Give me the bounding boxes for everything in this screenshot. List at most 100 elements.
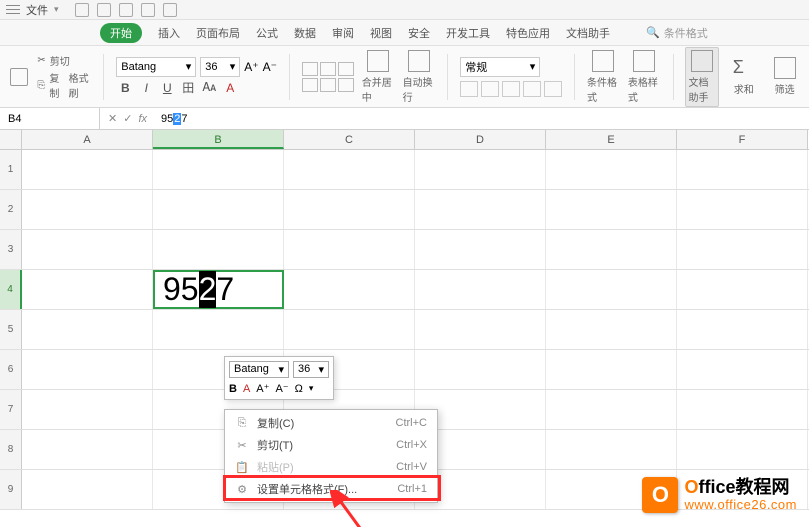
border-button[interactable]: 田: [179, 79, 197, 97]
cell-F7[interactable]: [677, 390, 808, 429]
conditional-format-button[interactable]: 条件格式: [587, 50, 620, 104]
qat-undo-icon[interactable]: [97, 3, 111, 17]
tab-home[interactable]: 开始: [100, 23, 142, 43]
ctx-item-3[interactable]: ⚙设置单元格格式(F)...Ctrl+1: [225, 478, 437, 500]
cell-E6[interactable]: [546, 350, 677, 389]
mini-font-name[interactable]: Batang▾: [229, 361, 289, 378]
paste-button[interactable]: [8, 52, 29, 102]
cell-E8[interactable]: [546, 430, 677, 469]
row-header-7[interactable]: 7: [0, 390, 22, 429]
cell-D3[interactable]: [415, 230, 546, 269]
mini-font-color[interactable]: A: [243, 383, 250, 395]
cut-button[interactable]: 剪切: [50, 53, 70, 68]
filter-button[interactable]: 筛选: [768, 57, 801, 96]
tab-security[interactable]: 安全: [408, 23, 430, 43]
cell-F3[interactable]: [677, 230, 808, 269]
cell-D2[interactable]: [415, 190, 546, 229]
fx-icon[interactable]: fx: [138, 113, 147, 125]
cell-F2[interactable]: [677, 190, 808, 229]
cell-B3[interactable]: [153, 230, 284, 269]
cell-F6[interactable]: [677, 350, 808, 389]
percent-icon[interactable]: [481, 81, 499, 97]
cell-A5[interactable]: [22, 310, 153, 349]
align-bottom-center[interactable]: [320, 78, 336, 92]
cell-F4[interactable]: [677, 270, 808, 309]
cell-C1[interactable]: [284, 150, 415, 189]
tab-special[interactable]: 特色应用: [506, 23, 550, 43]
formula-input[interactable]: 9527: [155, 113, 194, 125]
mini-font-size[interactable]: 36▾: [293, 361, 329, 378]
cell-D6[interactable]: [415, 350, 546, 389]
tab-review[interactable]: 审阅: [332, 23, 354, 43]
align-bottom-right[interactable]: [338, 78, 354, 92]
mini-increase-font[interactable]: A⁺: [256, 382, 269, 395]
font-size-combo[interactable]: 36▾: [200, 57, 240, 77]
app-menu-icon[interactable]: [6, 4, 20, 16]
underline-button[interactable]: U: [158, 79, 176, 97]
col-D[interactable]: D: [415, 130, 546, 149]
font-color-button[interactable]: A: [221, 79, 239, 97]
cell-F1[interactable]: [677, 150, 808, 189]
mini-bold[interactable]: B: [229, 383, 237, 395]
mini-decrease-font[interactable]: A⁻: [275, 382, 288, 395]
tab-page-layout[interactable]: 页面布局: [196, 23, 240, 43]
col-C[interactable]: C: [284, 130, 415, 149]
cell-E1[interactable]: [546, 150, 677, 189]
sum-button[interactable]: Σ求和: [727, 57, 760, 96]
align-top-right[interactable]: [338, 62, 354, 76]
ctx-item-0[interactable]: ⎘复制(C)Ctrl+C: [225, 412, 437, 434]
cell-C2[interactable]: [284, 190, 415, 229]
merge-center-button[interactable]: 合并居中: [362, 50, 395, 104]
cell-E2[interactable]: [546, 190, 677, 229]
inc-decimal-icon[interactable]: [523, 81, 541, 97]
cell-D4[interactable]: [415, 270, 546, 309]
align-top-left[interactable]: [302, 62, 318, 76]
qat-redo-icon[interactable]: [119, 3, 133, 17]
col-E[interactable]: E: [546, 130, 677, 149]
qat-print-icon[interactable]: [141, 3, 155, 17]
cell-A2[interactable]: [22, 190, 153, 229]
name-box[interactable]: B4: [0, 108, 100, 129]
cell-B5[interactable]: [153, 310, 284, 349]
row-header-8[interactable]: 8: [0, 430, 22, 469]
cell-A7[interactable]: [22, 390, 153, 429]
align-bottom-left[interactable]: [302, 78, 318, 92]
tab-view[interactable]: 视图: [370, 23, 392, 43]
cell-C3[interactable]: [284, 230, 415, 269]
tab-insert[interactable]: 插入: [158, 23, 180, 43]
increase-font-icon[interactable]: A⁺: [244, 60, 258, 74]
cell-E3[interactable]: [546, 230, 677, 269]
number-format-combo[interactable]: 常规▾: [460, 57, 540, 77]
tab-formula[interactable]: 公式: [256, 23, 278, 43]
copy-button[interactable]: 复制: [49, 70, 64, 100]
confirm-icon[interactable]: ✓: [123, 112, 132, 125]
qat-save-icon[interactable]: [75, 3, 89, 17]
cell-F8[interactable]: [677, 430, 808, 469]
wrap-text-button[interactable]: 自动换行: [403, 50, 436, 104]
cell-C5[interactable]: [284, 310, 415, 349]
cell-E7[interactable]: [546, 390, 677, 429]
cell-D5[interactable]: [415, 310, 546, 349]
row-header-3[interactable]: 3: [0, 230, 22, 269]
col-A[interactable]: A: [22, 130, 153, 149]
ribbon-search[interactable]: 🔍 条件格式: [646, 25, 708, 41]
tab-doc-helper[interactable]: 文档助手: [566, 23, 610, 43]
cell-A9[interactable]: [22, 470, 153, 509]
cell-F5[interactable]: [677, 310, 808, 349]
row-header-9[interactable]: 9: [0, 470, 22, 509]
cell-B1[interactable]: [153, 150, 284, 189]
cancel-icon[interactable]: ✕: [108, 112, 117, 125]
cell-D1[interactable]: [415, 150, 546, 189]
italic-button[interactable]: I: [137, 79, 155, 97]
cell-C4[interactable]: [284, 270, 415, 309]
row-header-4[interactable]: 4: [0, 270, 22, 309]
cell-E4[interactable]: [546, 270, 677, 309]
file-menu[interactable]: 文件: [26, 2, 48, 18]
decrease-font-icon[interactable]: A⁻: [263, 60, 277, 74]
cell-A8[interactable]: [22, 430, 153, 469]
row-header-1[interactable]: 1: [0, 150, 22, 189]
align-top-center[interactable]: [320, 62, 336, 76]
row-header-6[interactable]: 6: [0, 350, 22, 389]
cell-E5[interactable]: [546, 310, 677, 349]
comma-icon[interactable]: [502, 81, 520, 97]
